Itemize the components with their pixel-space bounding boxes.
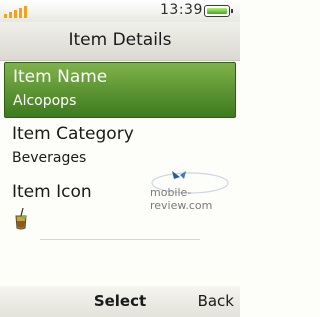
- icon-field-underline: [40, 239, 200, 240]
- watermark-text: mobile-review.com: [150, 186, 213, 212]
- back-softkey[interactable]: Back: [198, 292, 234, 310]
- title-bar: Item Details: [0, 22, 240, 61]
- item-category-label: Item Category: [12, 124, 134, 144]
- status-bar: 13:39: [0, 0, 240, 22]
- battery-icon: [204, 5, 233, 17]
- clock-time: 13:39: [160, 2, 203, 18]
- item-category-value: Beverages: [12, 150, 87, 166]
- signal-bars-icon: [4, 4, 30, 18]
- page-title: Item Details: [68, 30, 172, 50]
- item-icon-label: Item Icon: [12, 182, 92, 202]
- drink-icon: [15, 208, 27, 230]
- softkey-bar: Select Back: [0, 286, 240, 317]
- battery-fill: [207, 8, 227, 14]
- item-name-value: Alcopops: [13, 93, 77, 109]
- item-name-label: Item Name: [13, 67, 108, 87]
- item-name-row[interactable]: Item Name Alcopops: [4, 62, 236, 118]
